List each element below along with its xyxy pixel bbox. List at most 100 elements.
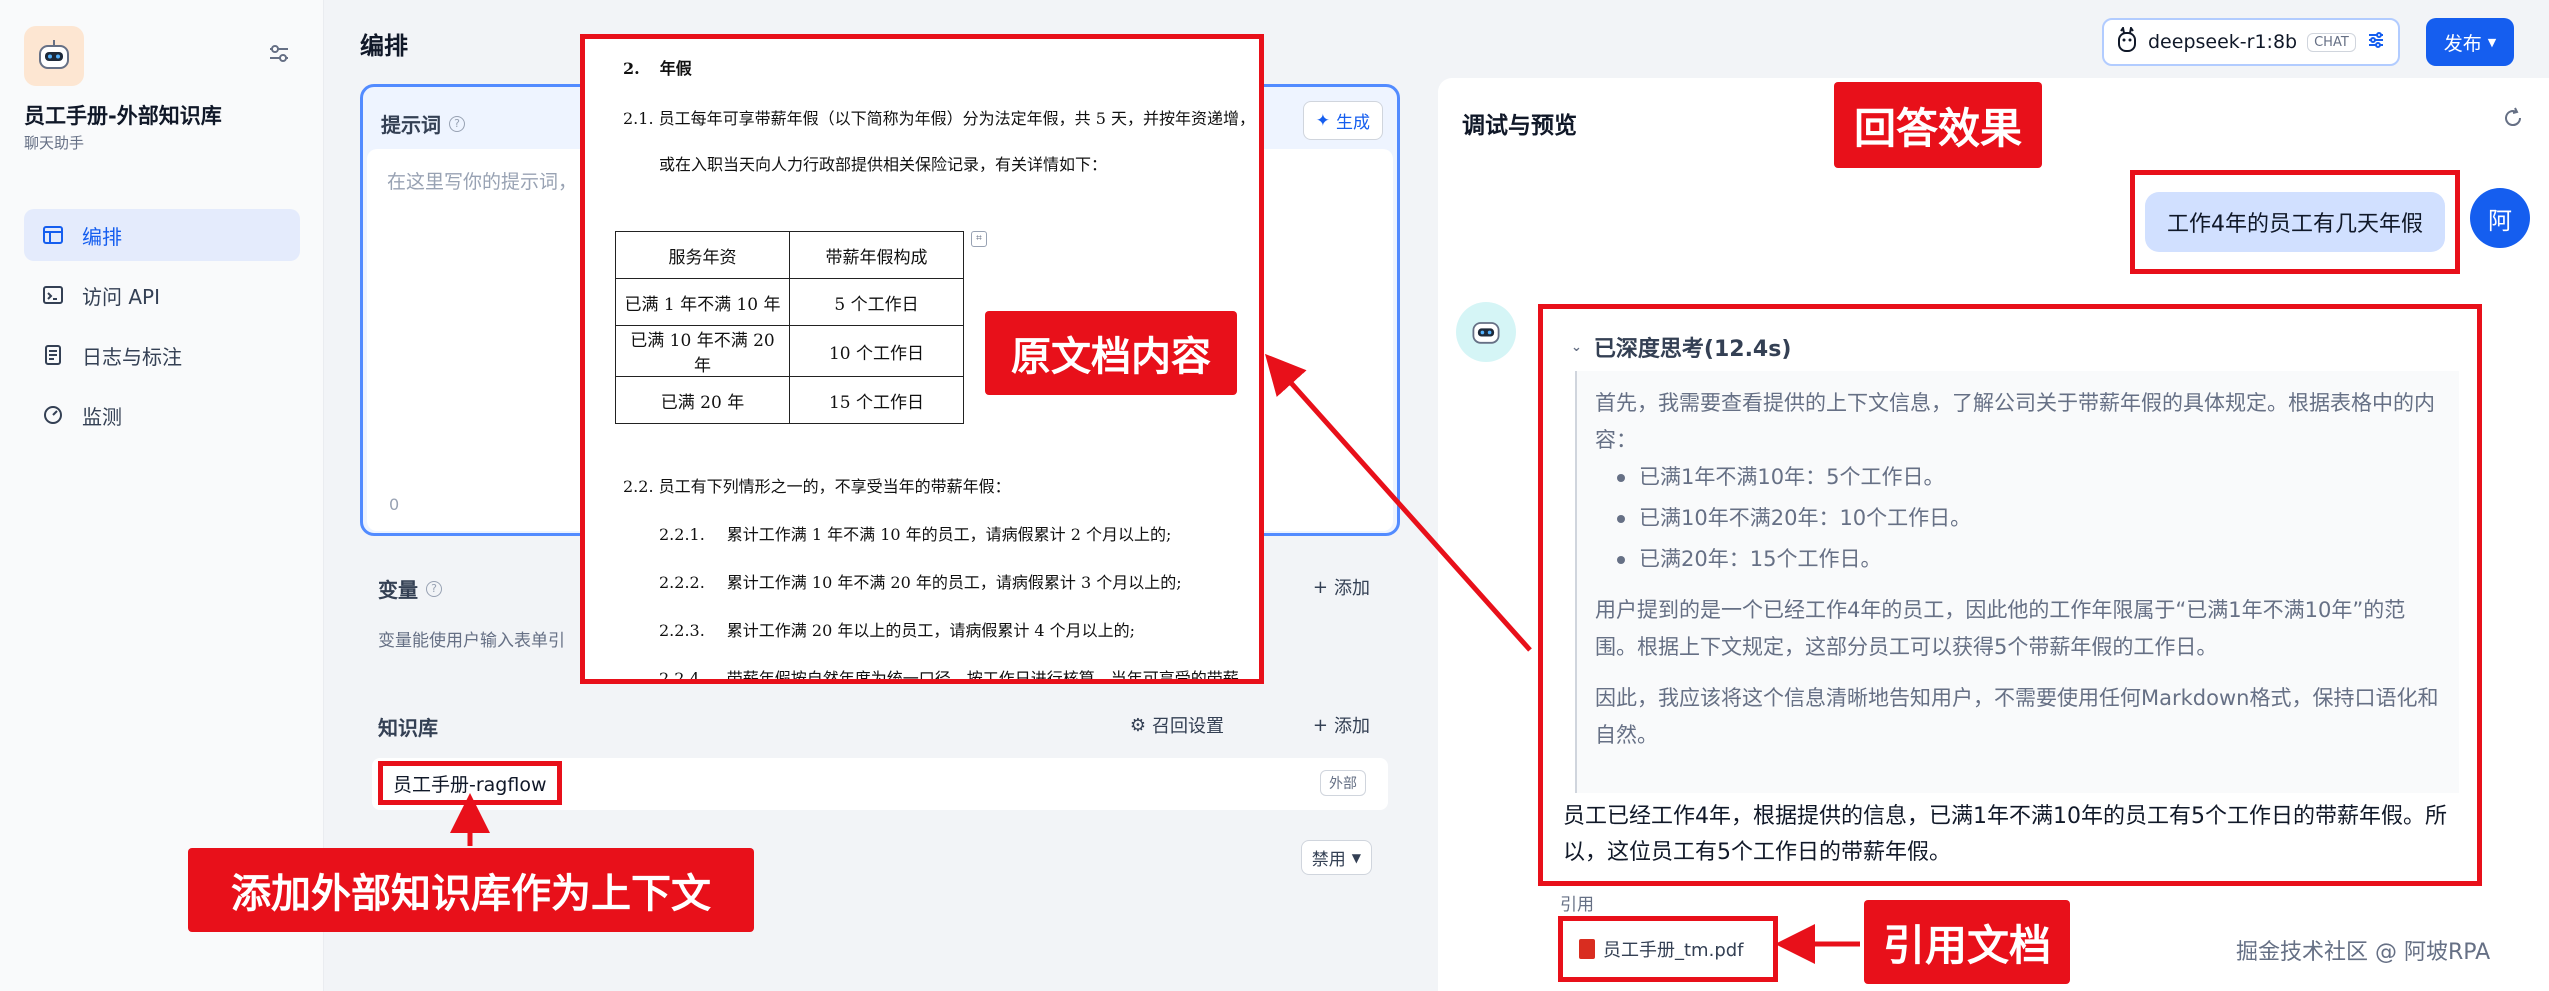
bot-avatar — [1456, 302, 1516, 362]
table-cell: 15 个工作日 — [789, 376, 964, 424]
user-avatar: 阿 — [2470, 188, 2530, 248]
doc-section-num: 2. — [623, 59, 640, 78]
nav-label: 访问 API — [82, 284, 160, 309]
sparkle-icon: ✦ — [1315, 110, 1330, 131]
disable-label: 禁用 — [1311, 850, 1346, 870]
thinking-bullet: 已满10年不满20年：10个工作日。 — [1617, 500, 2441, 537]
help-icon: ? — [426, 580, 442, 597]
pdf-file-icon — [1579, 939, 1595, 959]
sliders-icon: ⚙ — [1129, 714, 1146, 736]
prompt-label: 提示词 — [381, 113, 441, 137]
knowledge-item-name: 员工手册-ragflow — [378, 761, 562, 805]
doc-item-text: 累计工作满 20 年以上的员工，请病假累计 4 个月以上的; — [726, 621, 1136, 640]
answer-text: 员工已经工作4年，根据提供的信息，已满1年不满10年的员工有5个工作日的带薪年假… — [1563, 804, 2447, 865]
callout-original-doc: 原文档内容 — [985, 311, 1237, 395]
thinking-paragraph: 因此，我应该将这个信息清晰地告知用户，不需要使用任何Markdown格式，保持口… — [1595, 686, 2439, 747]
publish-button[interactable]: 发布 ▼ — [2426, 18, 2514, 66]
chevron-down-icon: ▼ — [2487, 35, 2497, 49]
thinking-bullet: 已满20年：15个工作日。 — [1617, 541, 2441, 578]
watermark: 掘金技术社区 @ 阿坡RPA — [2236, 940, 2491, 965]
publish-label: 发布 — [2443, 32, 2482, 55]
terminal-icon — [43, 286, 63, 304]
plus-icon: + — [1312, 714, 1328, 736]
bullet-text: 已满20年：15个工作日。 — [1639, 547, 1882, 571]
citation-label: 引用 — [1560, 895, 1594, 915]
original-document-snippet: 2. 年假 2.1. 员工每年可享带薪年假（以下简称为年假）分为法定年假，共 5 … — [580, 34, 1264, 684]
doc-log-icon — [45, 345, 61, 365]
recall-label: 召回设置 — [1152, 716, 1224, 737]
citation-filename: 员工手册_tm.pdf — [1603, 940, 1744, 961]
ollama-llama-icon — [2116, 25, 2138, 57]
nav-label: 日志与标注 — [82, 344, 182, 369]
variables-description: 变量能使用户输入表单引 — [378, 631, 565, 651]
add-variable-button[interactable]: + 添加 — [1313, 574, 1370, 600]
nav-item-logs[interactable]: 日志与标注 — [24, 329, 300, 381]
chat-title: 调试与预览 — [1462, 113, 1577, 139]
add-label: 添加 — [1334, 716, 1370, 737]
nav-item-monitor[interactable]: 监测 — [24, 389, 300, 441]
thinking-paragraph: 用户提到的是一个已经工作4年的员工，因此他的工作年限属于“已满1年不满10年”的… — [1595, 598, 2406, 659]
model-name: deepseek-r1:8b — [2148, 31, 2298, 53]
knowledge-item[interactable]: 员工手册-ragflow 外部 — [372, 758, 1388, 810]
prompt-placeholder: 在这里写你的提示词， — [387, 171, 578, 193]
doc-item-num: 2.2.4. — [659, 669, 705, 684]
doc-paragraph: 2.2. 员工有下列情形之一的，不享受当年的带薪年假： — [623, 477, 1011, 496]
table-cell: 10 个工作日 — [789, 325, 964, 377]
table-handle-icon: ⌗ — [971, 231, 987, 247]
model-selector[interactable]: deepseek-r1:8b CHAT — [2102, 18, 2400, 66]
doc-item-num: 2.2.2. — [659, 573, 705, 592]
thinking-label: 已深度思考(12.4s) — [1593, 337, 1792, 362]
recall-settings-button[interactable]: ⚙ 召回设置 — [1130, 712, 1224, 738]
thinking-content: 首先，我需要查看提供的上下文信息，了解公司关于带薪年假的具体规定。根据表格中的内… — [1575, 371, 2459, 793]
add-label: 添加 — [1334, 578, 1370, 599]
doc-item-num: 2.2.3. — [659, 621, 705, 640]
doc-section-title: 年假 — [659, 59, 692, 78]
doc-item-num: 2.2.1. — [659, 525, 705, 544]
chevron-down-icon: ⌄ — [1571, 339, 1582, 355]
help-icon: ? — [449, 115, 465, 132]
generate-label: 生成 — [1336, 113, 1370, 133]
table-cell: 已满 10 年不满 20 年 — [615, 325, 790, 377]
doc-paragraph: 或在入职当天向人力行政部提供相关保险记录，有关详情如下： — [659, 155, 1108, 174]
thinking-intro: 首先，我需要查看提供的上下文信息，了解公司关于带薪年假的具体规定。根据表格中的内… — [1595, 391, 2435, 452]
thinking-toggle[interactable]: ⌄ 已深度思考(12.4s) — [1571, 331, 1791, 363]
char-count: 0 — [389, 495, 400, 514]
citation-file[interactable]: 员工手册_tm.pdf — [1558, 916, 1778, 982]
app-title: 员工手册-外部知识库 — [24, 104, 222, 128]
user-message: 工作4年的员工有几天年假 — [2145, 192, 2445, 252]
doc-item-text: 累计工作满 1 年不满 10 年的员工，请病假累计 2 个月以上的; — [726, 525, 1172, 544]
bullet-text: 已满10年不满20年：10个工作日。 — [1639, 506, 1972, 530]
refresh-icon[interactable] — [2501, 106, 2525, 134]
external-badge: 外部 — [1320, 770, 1366, 796]
nav-label: 监测 — [82, 404, 122, 429]
table-header-cell: 带薪年假构成 — [789, 231, 964, 279]
thinking-bullet: 已满1年不满10年：5个工作日。 — [1617, 459, 2441, 496]
add-knowledge-button[interactable]: + 添加 — [1313, 712, 1370, 738]
doc-leave-table: 服务年资 带薪年假构成 已满 1 年不满 10 年5 个工作日 已满 10 年不满… — [615, 231, 964, 424]
bullet-text: 已满1年不满10年：5个工作日。 — [1639, 465, 1945, 489]
disable-dropdown[interactable]: 禁用 ▼ — [1300, 840, 1372, 875]
nav-item-arrange[interactable]: 编排 — [24, 209, 300, 261]
model-settings-icon[interactable] — [2366, 30, 2386, 54]
table-cell: 5 个工作日 — [789, 278, 964, 326]
generate-button[interactable]: ✦ 生成 — [1302, 101, 1383, 140]
knowledge-label: 知识库 — [378, 716, 438, 740]
bot-answer-highlight: ⌄ 已深度思考(12.4s) 首先，我需要查看提供的上下文信息，了解公司关于带薪… — [1538, 304, 2482, 886]
layout-icon — [43, 226, 63, 244]
gauge-icon — [44, 406, 62, 424]
doc-paragraph: 2.1. 员工每年可享带薪年假（以下简称为年假）分为法定年假，共 5 天，并按年… — [623, 109, 1255, 128]
table-cell: 已满 1 年不满 10 年 — [615, 278, 790, 326]
plus-icon: + — [1312, 576, 1328, 598]
page-title: 编排 — [360, 32, 408, 60]
robot-app-icon — [24, 26, 84, 86]
settings-sliders-icon[interactable] — [266, 40, 292, 70]
sidebar: 员工手册-外部知识库 聊天助手 编排 访问 API 日志与标注 监测 — [0, 0, 324, 991]
doc-item-text: 累计工作满 10 年不满 20 年的员工，请病假累计 3 个月以上的; — [726, 573, 1182, 592]
table-cell: 已满 20 年 — [615, 376, 790, 424]
nav-item-api[interactable]: 访问 API — [24, 269, 300, 321]
chat-badge: CHAT — [2307, 32, 2356, 52]
user-message-highlight: 工作4年的员工有几天年假 — [2130, 170, 2460, 274]
callout-answer-effect: 回答效果 — [1834, 82, 2042, 168]
app-subtitle: 聊天助手 — [24, 134, 85, 152]
variables-label: 变量 — [378, 578, 418, 602]
